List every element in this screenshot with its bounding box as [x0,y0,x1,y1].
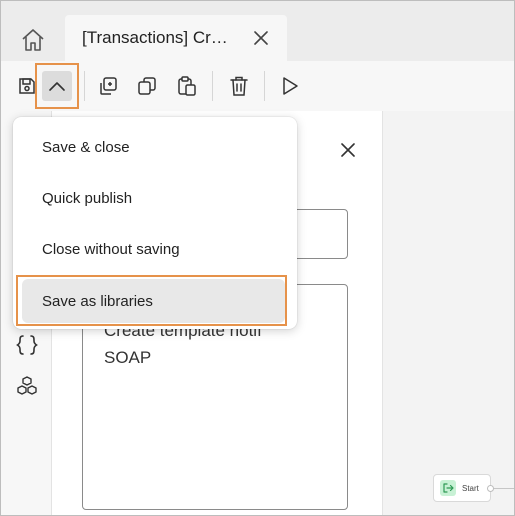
menu-item-label: Save & close [42,138,130,156]
close-icon [341,143,355,157]
chevron-highlight [35,63,79,109]
play-icon [281,76,299,96]
save-options-toggle[interactable] [42,71,72,101]
start-icon [440,480,456,496]
toolbar-divider [212,71,213,101]
duplicate-icon [97,75,119,97]
menu-item-label: Quick publish [42,189,133,207]
tab-transactions[interactable]: [Transactions] Cr… [65,15,287,61]
flow-canvas[interactable]: Start [383,111,514,515]
variables-button[interactable] [14,332,40,358]
menu-item-save-close[interactable]: Save & close [13,125,297,169]
start-node[interactable]: Start [433,474,491,502]
duplicate-button[interactable] [92,70,124,102]
save-icon [17,76,37,96]
braces-icon [15,334,39,356]
paste-icon [176,75,198,97]
menu-item-label: Close without saving [42,240,180,258]
toolbar [1,61,514,111]
start-node-label: Start [462,483,479,493]
copy-icon [136,75,158,97]
menu-item-close-without-saving[interactable]: Close without saving [13,227,297,271]
delete-icon [229,75,249,97]
start-connector [491,488,514,489]
toolbar-divider [84,71,85,101]
chevron-up-icon [48,80,66,92]
toolbar-divider [264,71,265,101]
home-icon [20,27,46,53]
app-frame: [Transactions] Cr… Create template notif… [0,0,515,516]
menu-item-highlight [16,275,287,326]
delete-button[interactable] [223,70,255,102]
tab-title: [Transactions] Cr… [82,28,228,47]
tab-bar: [Transactions] Cr… [1,1,514,61]
run-button[interactable] [274,70,306,102]
close-icon [254,31,268,45]
libraries-button[interactable] [14,373,40,399]
menu-item-quick-publish[interactable]: Quick publish [13,176,297,220]
start-connector-handle[interactable] [487,485,494,492]
copy-button[interactable] [131,70,163,102]
cubes-icon [15,375,39,397]
home-button[interactable] [15,23,51,57]
tab-close-button[interactable] [251,28,271,48]
paste-button[interactable] [171,70,203,102]
panel-close-button[interactable] [337,139,359,161]
